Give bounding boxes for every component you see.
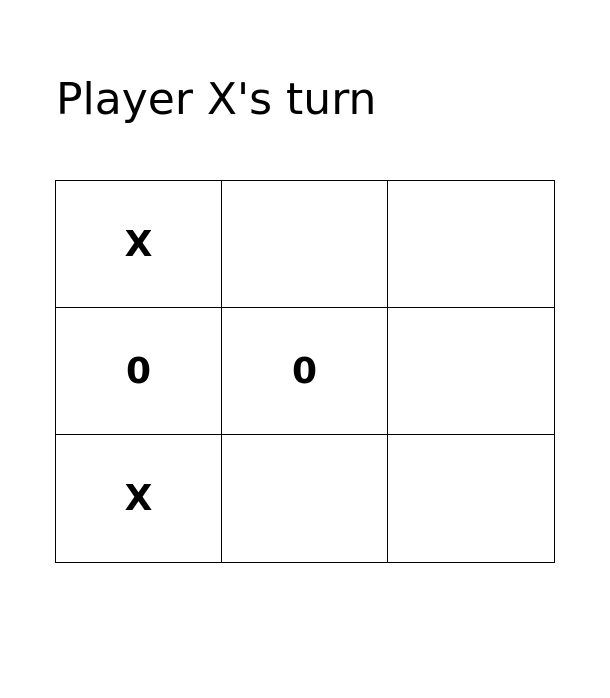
board-cell-r1-c2[interactable] — [222, 181, 388, 308]
game-board: X 0 0 X — [55, 180, 555, 563]
board-cell-r3-c3[interactable] — [388, 435, 554, 562]
board-cell-r1-c3[interactable] — [388, 181, 554, 308]
board-cell-r2-c2[interactable]: 0 — [222, 308, 388, 435]
board-cell-r3-c2[interactable] — [222, 435, 388, 562]
turn-status: Player X's turn — [56, 74, 377, 125]
board-cell-r2-c1[interactable]: 0 — [56, 308, 222, 435]
board-cell-r3-c1[interactable]: X — [56, 435, 222, 562]
board-cell-r1-c1[interactable]: X — [56, 181, 222, 308]
board-cell-r2-c3[interactable] — [388, 308, 554, 435]
